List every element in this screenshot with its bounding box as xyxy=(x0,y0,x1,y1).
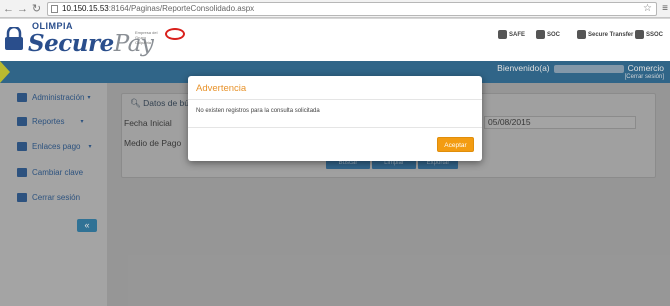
url-host: 10.150.15.53 xyxy=(62,4,109,13)
forward-icon[interactable]: → xyxy=(17,2,28,16)
cert-label: SSOC xyxy=(646,31,664,38)
securepay-logo: OLIMPIA SecurePay xyxy=(4,21,154,59)
dialog-message: No existen registros para la consulta so… xyxy=(196,108,320,114)
cert-icon xyxy=(536,30,545,39)
reload-icon[interactable]: ↻ xyxy=(31,2,42,16)
dialog-title: Advertencia xyxy=(196,83,247,94)
warning-dialog: Advertencia No existen registros para la… xyxy=(188,76,482,161)
cert-label: SAFE xyxy=(509,31,526,38)
address-bar[interactable]: 10.150.15.53:8164/Paginas/ReporteConsoli… xyxy=(47,2,657,16)
page-icon xyxy=(51,5,58,13)
cert-icon xyxy=(577,30,586,39)
url-path: :8164/Paginas/ReporteConsolidado.aspx xyxy=(108,4,255,13)
cert-icon xyxy=(635,30,644,39)
cert-icon xyxy=(498,30,507,39)
cert-label: SOC xyxy=(547,31,561,38)
cert-badge: Secure Transfer xyxy=(577,29,633,40)
browser-menu-icon[interactable]: ≡ xyxy=(662,3,668,14)
lock-icon xyxy=(5,27,23,50)
partner-mark-icon xyxy=(165,28,185,40)
cert-badge: SSOC xyxy=(635,29,663,40)
partner-text: Empresa del Grupo Colpatria xyxy=(135,30,158,45)
browser-toolbar: ← → ↻ 10.150.15.53:8164/Paginas/ReporteC… xyxy=(0,0,670,18)
brand-main: Secure xyxy=(28,30,114,57)
divider xyxy=(188,99,482,100)
partner-logo: Empresa del Grupo Colpatria xyxy=(135,28,190,45)
back-icon[interactable]: ← xyxy=(3,2,14,16)
divider xyxy=(188,127,482,128)
cert-label: Secure Transfer xyxy=(588,31,634,38)
cert-badge: SOC xyxy=(536,29,560,40)
bookmark-star-icon[interactable]: ☆ xyxy=(643,3,652,15)
accept-button[interactable]: Aceptar xyxy=(437,137,474,152)
site-header: OLIMPIA SecurePay Empresa del Grupo Colp… xyxy=(0,19,670,61)
cert-badge: SAFE xyxy=(498,29,525,40)
